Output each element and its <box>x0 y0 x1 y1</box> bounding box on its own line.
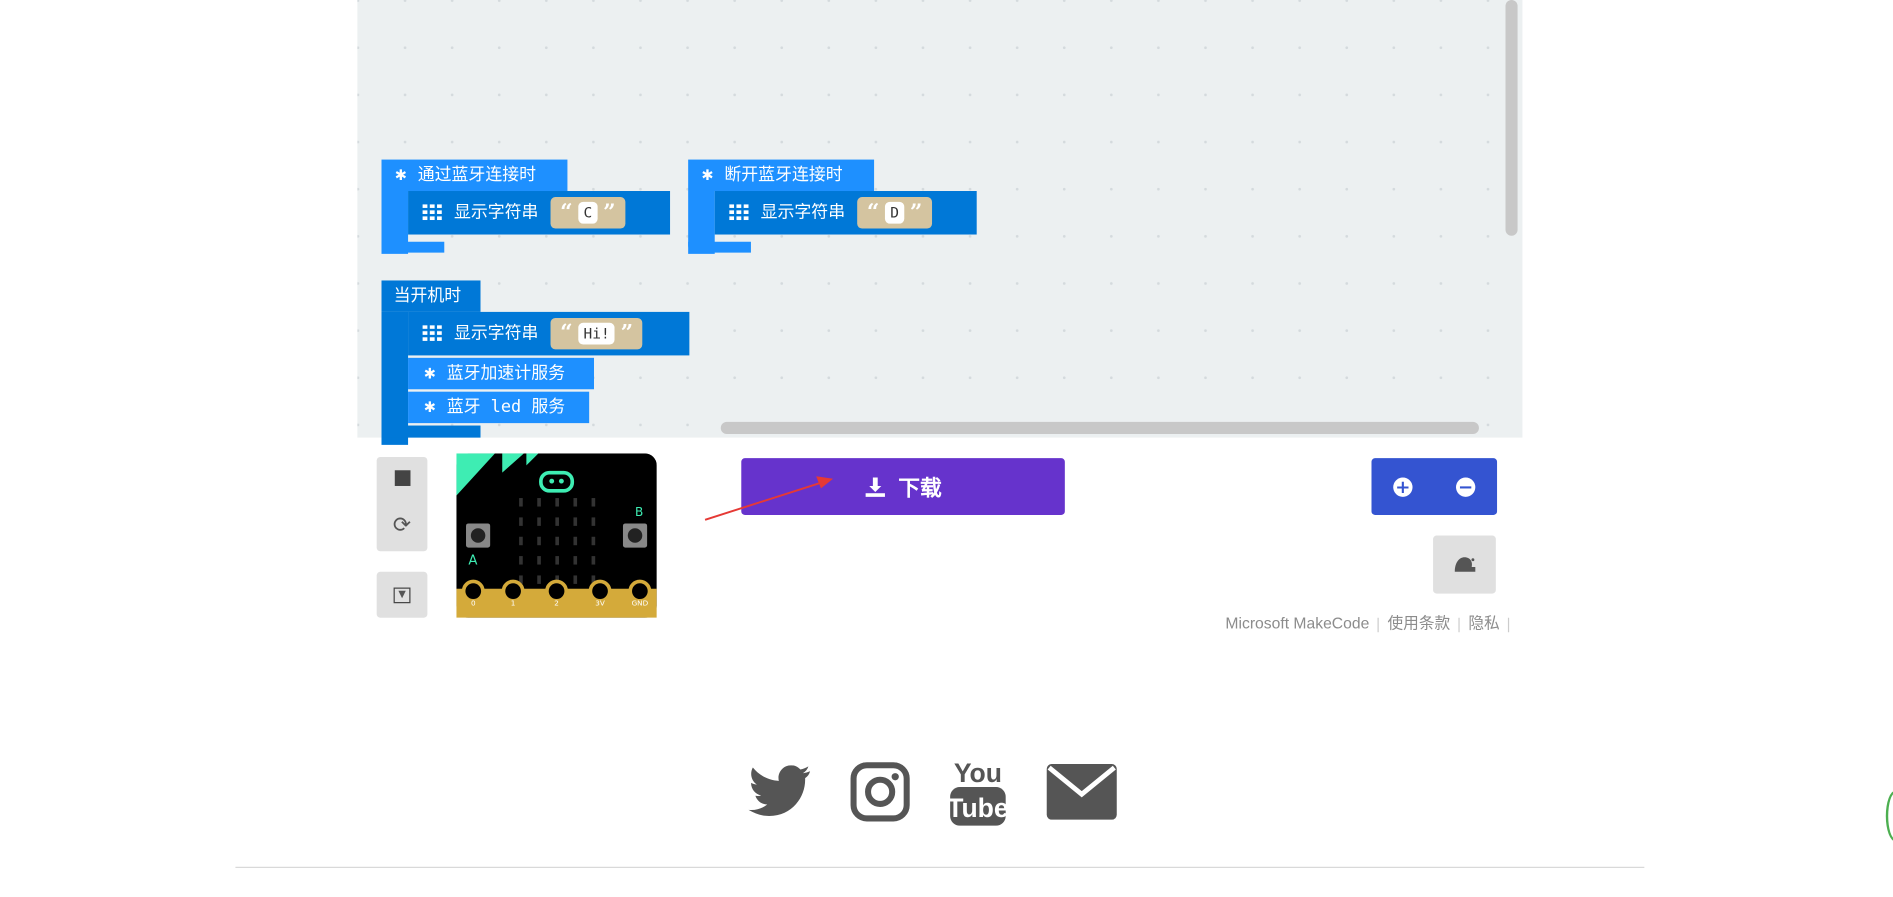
event-hat: ✱ 通过蓝牙连接时 <box>381 159 568 192</box>
instagram-icon[interactable] <box>850 762 910 827</box>
string-input[interactable]: “Hi!” <box>550 317 643 350</box>
bluetooth-icon: ✱ <box>423 365 436 383</box>
makecode-link[interactable]: Microsoft MakeCode <box>1225 614 1369 632</box>
youtube-icon[interactable]: You Tube <box>947 756 1009 833</box>
action-label: 显示字符串 <box>453 203 539 223</box>
event-label: 断开蓝牙连接时 <box>724 165 843 185</box>
action-label: 显示字符串 <box>760 203 846 223</box>
pin-label: 1 <box>511 599 516 608</box>
svg-text:B: B <box>635 505 643 519</box>
floating-button-edge[interactable] <box>1885 790 1893 842</box>
bluetooth-icon: ✱ <box>423 398 436 416</box>
led-grid-icon <box>729 204 749 221</box>
snail-icon <box>1454 557 1476 572</box>
led-grid-icon <box>422 325 442 341</box>
email-icon[interactable] <box>1046 763 1118 826</box>
workspace-vertical-scrollbar[interactable] <box>1505 0 1518 236</box>
pin-label: 0 <box>471 599 476 608</box>
bluetooth-led-service-block[interactable]: ✱ 蓝牙 led 服务 <box>408 391 590 424</box>
string-input[interactable]: “D” <box>857 197 932 229</box>
collapse-icon: ▼ <box>393 586 411 603</box>
bluetooth-accelerometer-service-block[interactable]: ✱ 蓝牙加速计服务 <box>408 357 594 390</box>
string-value[interactable]: C <box>578 201 598 224</box>
led-grid-icon <box>422 204 442 221</box>
accel-label: 蓝牙加速计服务 <box>446 363 566 384</box>
social-links: You Tube <box>748 756 1157 833</box>
twitter-icon[interactable] <box>748 765 812 823</box>
slow-motion-button[interactable] <box>1433 535 1496 594</box>
string-value[interactable]: D <box>885 201 904 224</box>
led-label: 蓝牙 led 服务 <box>446 397 566 418</box>
microbit-simulator[interactable]: A B 0 1 2 3V GND <box>456 453 657 622</box>
string-input[interactable]: “C” <box>550 197 626 229</box>
annotation-arrow-icon <box>704 476 834 521</box>
footer-links: Microsoft MakeCode 使用条款 隐私 <box>1225 610 1517 633</box>
bluetooth-icon: ✱ <box>701 166 714 184</box>
pin-label: GND <box>632 599 649 608</box>
workspace-horizontal-scrollbar[interactable] <box>720 421 1479 434</box>
show-string-block[interactable]: 显示字符串 “D” <box>714 191 977 235</box>
block-on-start[interactable]: 当开机时 显示字符串 “Hi!” ✱ 蓝牙加速计服务 ✱ 蓝牙 led 服务 <box>381 280 690 445</box>
simulator-controls: ⟳ <box>376 456 428 552</box>
block-on-bluetooth-disconnected[interactable]: ✱ 断开蓝牙连接时 显示字符串 “D” <box>688 159 977 254</box>
restart-icon[interactable]: ⟳ <box>393 513 411 538</box>
zoom-controls: + − <box>1371 458 1498 515</box>
show-string-block[interactable]: 显示字符串 “Hi!” <box>408 311 690 356</box>
action-label: 显示字符串 <box>453 323 539 344</box>
svg-text:You: You <box>954 758 1002 788</box>
collapse-simulator-button[interactable]: ▼ <box>376 571 428 618</box>
svg-text:Tube: Tube <box>949 793 1007 823</box>
privacy-link[interactable]: 隐私 <box>1468 614 1499 632</box>
event-label: 当开机时 <box>393 286 462 306</box>
pin-label: 3V <box>595 599 605 608</box>
zoom-out-icon[interactable]: − <box>1456 476 1476 497</box>
footer-divider <box>235 866 1645 868</box>
show-string-block[interactable]: 显示字符串 “C” <box>408 191 671 235</box>
string-value[interactable]: Hi! <box>578 322 615 345</box>
block-on-bluetooth-connected[interactable]: ✱ 通过蓝牙连接时 显示字符串 “C” <box>381 159 671 254</box>
zoom-in-icon[interactable]: + <box>1393 476 1413 497</box>
terms-link[interactable]: 使用条款 <box>1387 614 1450 632</box>
event-hat: ✱ 断开蓝牙连接时 <box>688 159 875 192</box>
event-label: 通过蓝牙连接时 <box>417 165 537 185</box>
bluetooth-icon: ✱ <box>394 166 407 184</box>
svg-text:A: A <box>468 554 477 569</box>
stop-icon[interactable] <box>394 470 410 486</box>
event-hat: 当开机时 <box>381 280 481 312</box>
download-label: 下载 <box>898 475 942 502</box>
download-icon <box>865 476 885 497</box>
pin-label: 2 <box>554 599 559 608</box>
